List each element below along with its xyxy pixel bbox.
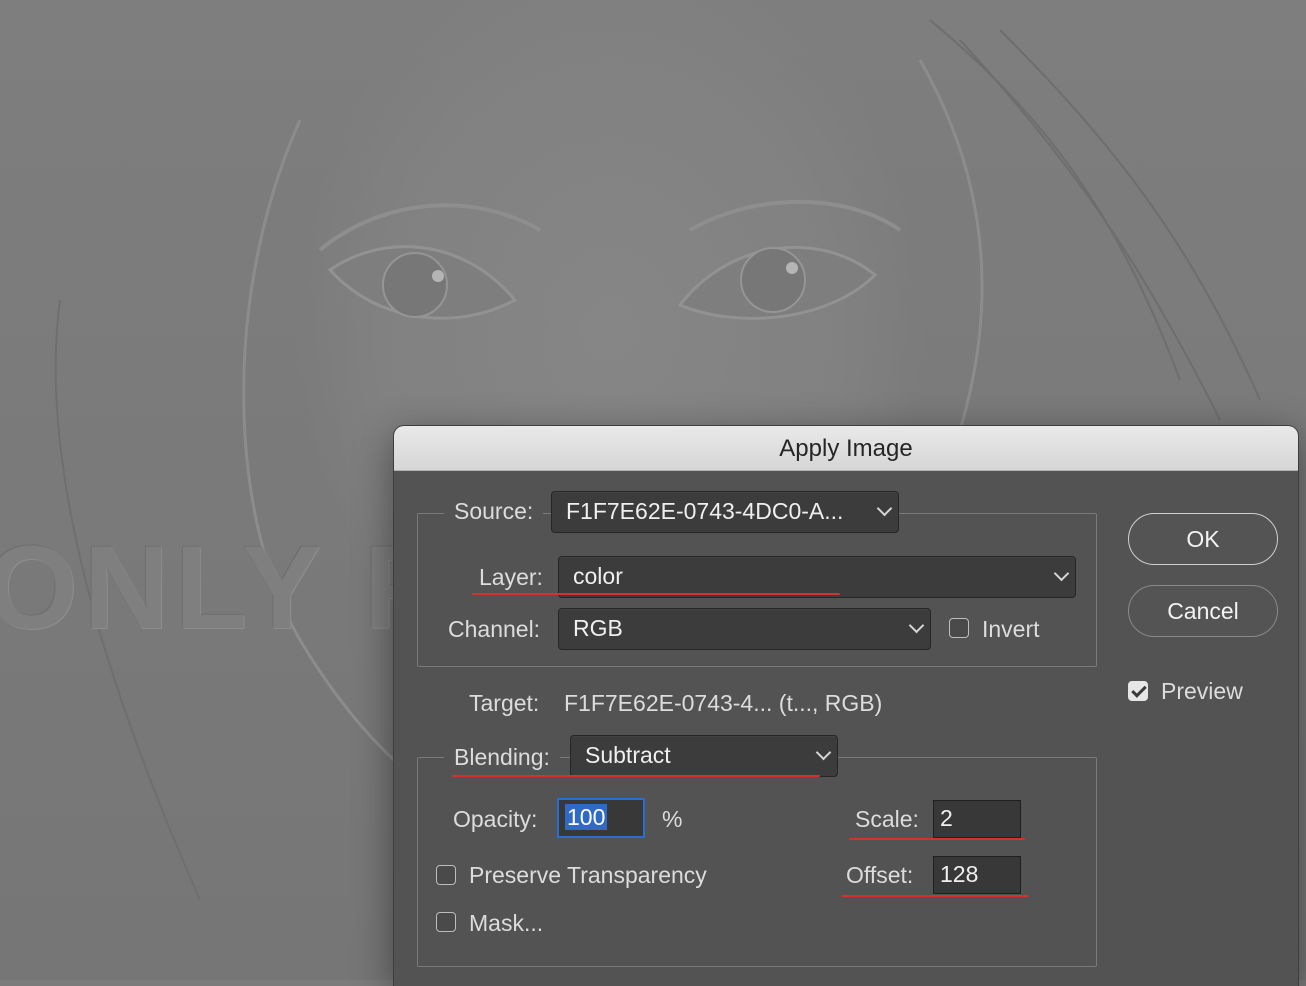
offset-value: 128 (940, 861, 979, 887)
scale-underline (849, 838, 1025, 840)
mask-label[interactable]: Mask... (469, 910, 543, 937)
source-select-value: F1F7E62E-0743-4DC0-A... (566, 498, 844, 524)
channel-select[interactable]: RGB (558, 608, 931, 650)
offset-input[interactable]: 128 (933, 856, 1021, 894)
layer-underline (472, 593, 840, 595)
target-label: Target: (469, 690, 540, 716)
blending-underline (452, 775, 820, 777)
layer-label: Layer: (479, 564, 543, 590)
blending-label: Blending: (444, 744, 560, 771)
offset-label: Offset: (846, 862, 914, 888)
channel-label: Channel: (448, 616, 541, 642)
chevron-down-icon (908, 617, 925, 634)
scale-value: 2 (940, 805, 953, 831)
target-value: F1F7E62E-0743-4... (t..., RGB) (564, 690, 883, 716)
cancel-button-label: Cancel (1167, 598, 1239, 624)
scale-input[interactable]: 2 (933, 800, 1021, 838)
percent-sign: % (662, 806, 683, 832)
source-label: Source: (444, 498, 544, 525)
layer-select-value: color (573, 563, 623, 589)
dialog-title: Apply Image (394, 426, 1298, 471)
chevron-down-icon (876, 500, 893, 517)
channel-select-value: RGB (573, 615, 623, 641)
source-select[interactable]: F1F7E62E-0743-4DC0-A... (551, 491, 899, 533)
chevron-down-icon (1053, 565, 1070, 582)
preserve-transparency-checkbox[interactable] (436, 865, 456, 885)
blending-select[interactable]: Subtract (570, 735, 838, 777)
preview-label[interactable]: Preview (1161, 678, 1243, 705)
ok-button-label: OK (1186, 526, 1220, 552)
mask-checkbox[interactable] (436, 912, 456, 932)
scale-label: Scale: (855, 806, 919, 832)
layer-select[interactable]: color (558, 556, 1076, 598)
opacity-label: Opacity: (453, 806, 538, 832)
chevron-down-icon (815, 744, 832, 761)
watermark-text: ONLY F (0, 522, 442, 654)
preview-checkbox[interactable] (1128, 681, 1148, 701)
opacity-value: 100 (565, 804, 608, 830)
apply-image-dialog: Apply Image Source: F1F7E62E-0743-4DC0-A… (394, 426, 1298, 986)
blending-select-value: Subtract (585, 742, 671, 768)
ok-button[interactable]: OK (1128, 513, 1278, 565)
invert-checkbox[interactable] (949, 618, 969, 638)
cancel-button[interactable]: Cancel (1128, 585, 1278, 637)
offset-underline (841, 895, 1029, 897)
invert-label[interactable]: Invert (982, 616, 1040, 643)
opacity-input[interactable]: 100 (557, 798, 645, 838)
preserve-transparency-label[interactable]: Preserve Transparency (469, 862, 707, 889)
